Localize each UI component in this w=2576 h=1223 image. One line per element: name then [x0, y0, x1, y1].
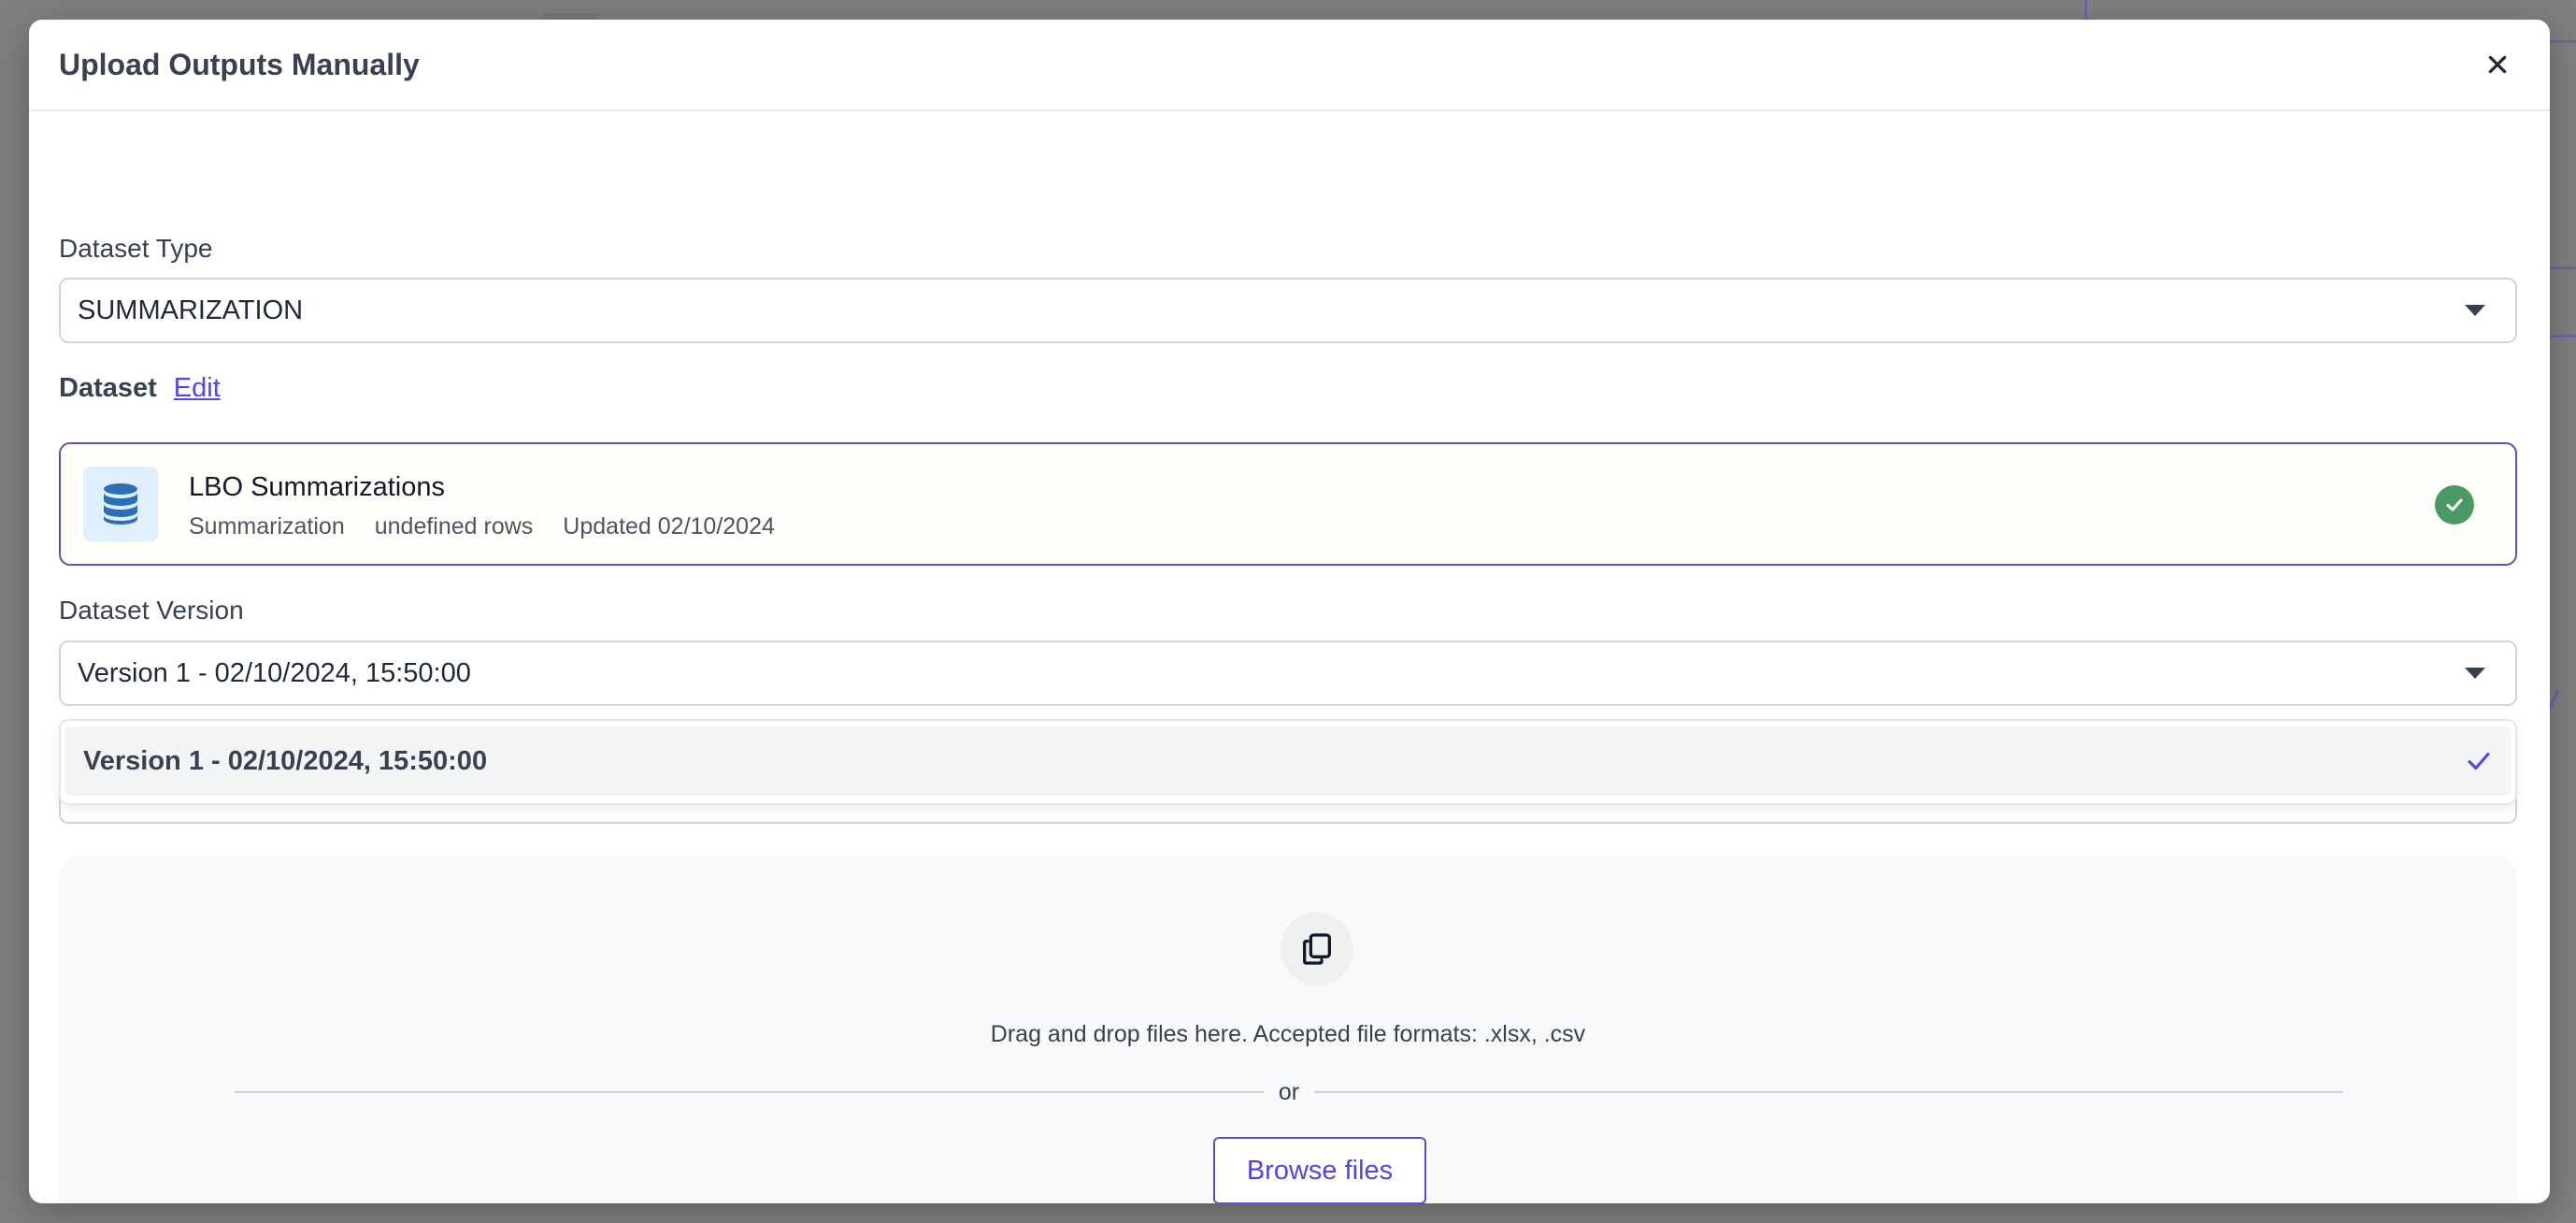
or-text: or — [1278, 1078, 1300, 1105]
divider-line — [235, 1091, 1264, 1093]
dataset-card[interactable]: LBO Summarizations Summarization undefin… — [59, 442, 2517, 566]
dataset-version-label: Dataset Version — [59, 596, 244, 625]
close-button[interactable] — [2475, 42, 2520, 87]
dataset-name: LBO Summarizations — [189, 472, 445, 502]
close-icon — [2488, 55, 2507, 74]
copy-icon — [1303, 933, 1331, 965]
file-dropzone[interactable]: Drag and drop files here. Accepted file … — [59, 855, 2517, 1203]
edit-dataset-link[interactable]: Edit — [174, 373, 221, 404]
caret-down-icon — [2465, 305, 2485, 316]
background-decoration — [542, 13, 598, 19]
copy-icon-wrap — [1281, 913, 1353, 986]
drop-instructions: Drag and drop files here. Accepted file … — [990, 1021, 1586, 1047]
upload-outputs-modal: Upload Outputs Manually Dataset Type SUM… — [29, 20, 2550, 1203]
database-icon-box — [83, 467, 158, 541]
dataset-header: Dataset Edit — [59, 373, 221, 404]
database-icon — [104, 483, 137, 525]
version-option[interactable]: Version 1 - 02/10/2024, 15:50:00 — [64, 727, 2512, 796]
or-divider: or — [235, 1073, 2344, 1111]
modal-header: Upload Outputs Manually — [29, 20, 2550, 111]
browse-files-button[interactable]: Browse files — [1213, 1137, 1426, 1203]
dataset-meta: Summarization undefined rows Updated 02/… — [189, 513, 775, 540]
dataset-version-select[interactable]: Version 1 - 02/10/2024, 15:50:00 — [59, 640, 2517, 706]
dataset-rows-text: undefined rows — [374, 513, 534, 540]
dataset-type-text: Summarization — [189, 513, 345, 540]
divider-line — [1314, 1091, 2344, 1093]
checkmark-icon — [2468, 752, 2490, 770]
dataset-label: Dataset — [59, 373, 157, 403]
check-circle-icon — [2435, 485, 2474, 525]
dataset-type-label: Dataset Type — [59, 234, 213, 263]
dataset-version-value: Version 1 - 02/10/2024, 15:50:00 — [78, 657, 471, 688]
modal-title: Upload Outputs Manually — [59, 47, 420, 81]
dataset-updated-text: Updated 02/10/2024 — [563, 513, 775, 540]
dataset-type-select[interactable]: SUMMARIZATION — [59, 278, 2517, 343]
caret-down-icon — [2465, 668, 2485, 679]
version-dropdown-menu: Version 1 - 02/10/2024, 15:50:00 — [59, 719, 2517, 805]
version-option-label: Version 1 - 02/10/2024, 15:50:00 — [83, 745, 488, 776]
dataset-type-value: SUMMARIZATION — [78, 295, 304, 325]
